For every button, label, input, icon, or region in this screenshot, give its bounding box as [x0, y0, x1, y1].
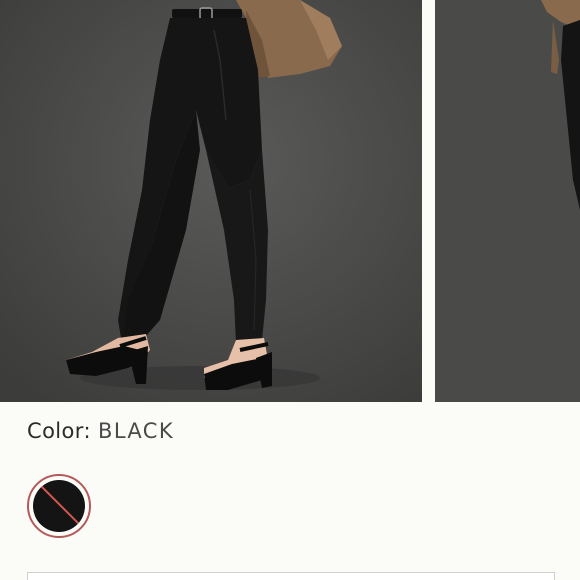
- color-label: Color:: [27, 419, 91, 443]
- black-swatch-fill: [33, 480, 85, 532]
- product-page: Color: BLACK: [0, 0, 580, 580]
- model-next-photo-partial: [435, 0, 580, 402]
- product-photo-next[interactable]: [435, 0, 580, 402]
- product-image-gallery: [0, 0, 580, 402]
- size-selector[interactable]: [27, 572, 555, 580]
- unavailable-strike-icon: [37, 482, 85, 532]
- color-selection-label: Color: BLACK: [27, 419, 174, 443]
- model-wearing-black-skinny-jeans-photo: [0, 0, 422, 402]
- color-swatch-black[interactable]: [27, 474, 91, 538]
- product-photo-main[interactable]: [0, 0, 422, 402]
- selected-color-value: BLACK: [98, 419, 175, 443]
